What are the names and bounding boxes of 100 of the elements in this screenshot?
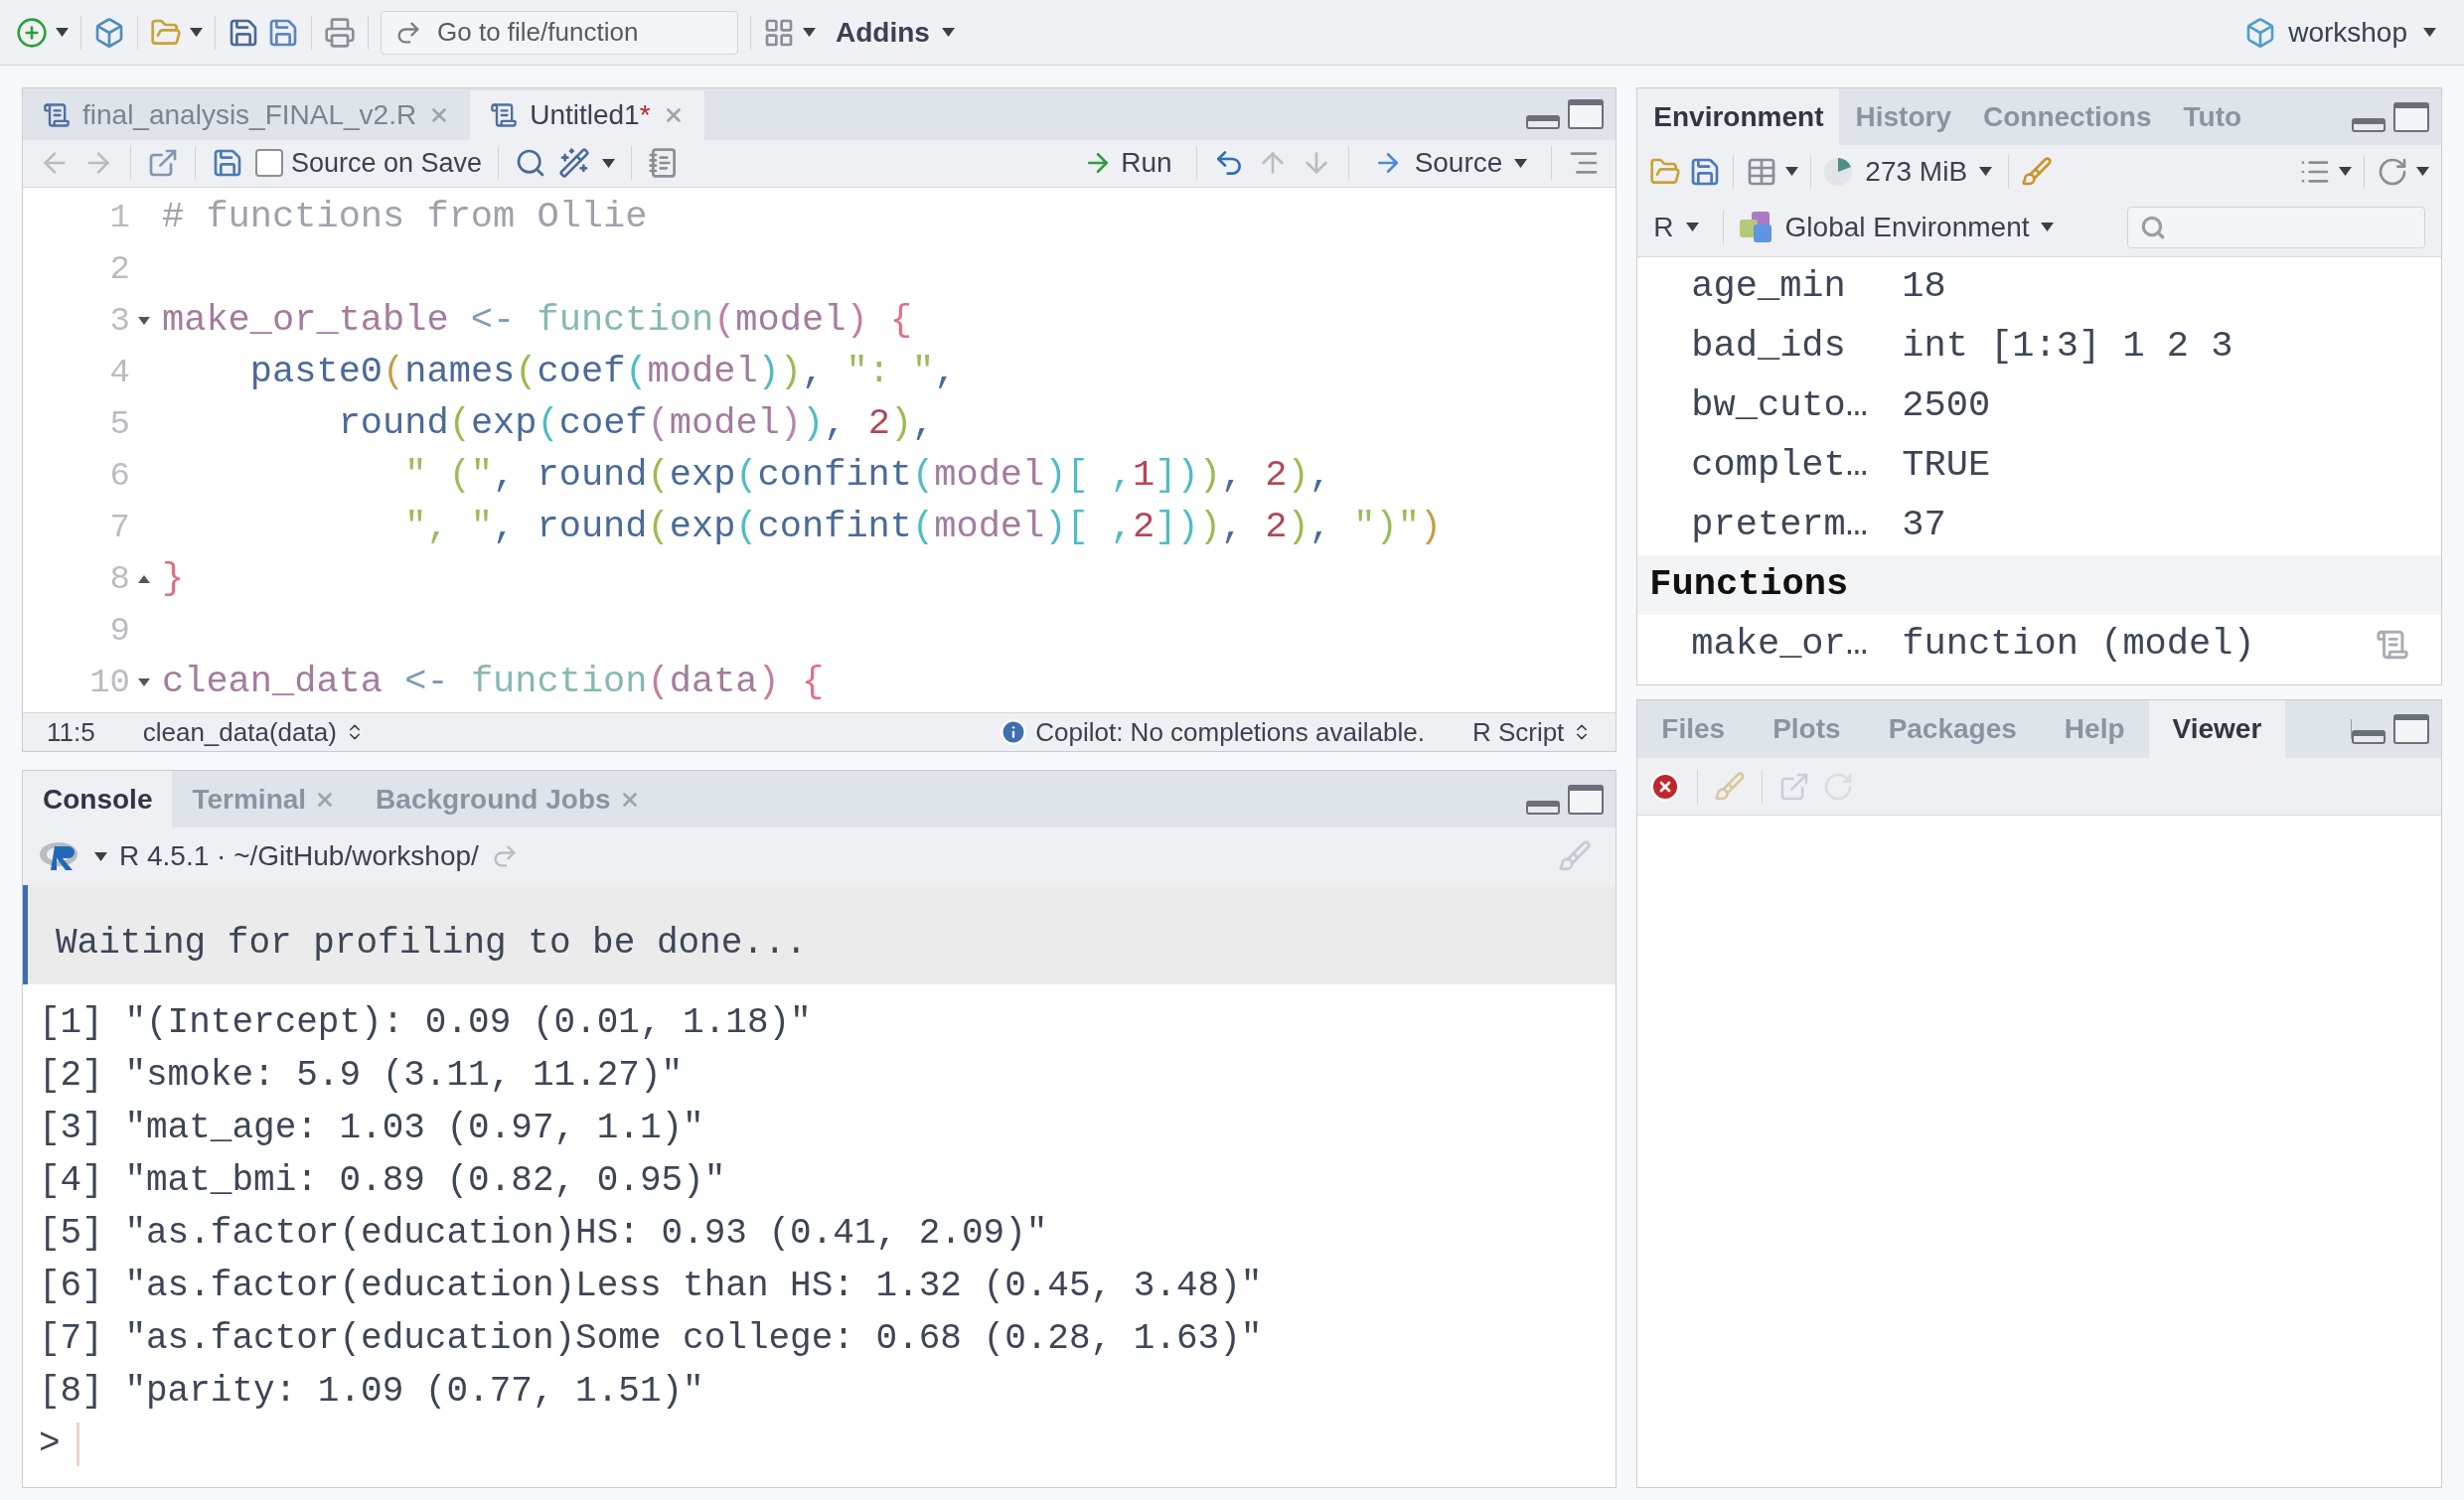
fold-arrow-icon[interactable] (138, 317, 150, 325)
console-output-line: [3] "mat_age: 1.03 (0.97, 1.1)" (39, 1106, 705, 1150)
console-output-line: [7] "as.factor(education)Some college: 0.68 (0.28, 1.63)" (39, 1316, 1264, 1361)
console-output-line: [1] "(Intercept): 0.09 (0.01, 1.18)" (39, 1000, 813, 1045)
section-heading: Functions (1649, 562, 1849, 608)
code-line: round(exp(coef(model)), 2), (337, 401, 935, 447)
copilot-status: Copilot: No completions available. (1035, 715, 1425, 749)
cursor-position: 11:5 (47, 715, 95, 749)
line-number: 4 (109, 352, 130, 393)
fold-arrow-icon[interactable] (138, 575, 150, 583)
caret-icon[interactable] (803, 28, 816, 37)
caret-icon[interactable] (2339, 167, 2352, 176)
file-type-menu[interactable]: R Script (1471, 712, 1593, 752)
editor-tab[interactable]: Untitled1* (470, 89, 704, 140)
search-icon (2140, 214, 2166, 240)
code-line: clean_data <- function(data) { (162, 660, 825, 705)
code-line: make_or_table <- function(model) { (162, 298, 912, 344)
variable-name: make_or… (1691, 622, 1869, 668)
line-number: 10 (89, 662, 130, 703)
source-button[interactable]: Source (1364, 142, 1536, 185)
code-line: " (", round(exp(confint(model)[ ,1])), 2), (403, 453, 1331, 499)
console-output-line: [6] "as.factor(education)Less than HS: 1.32 (0.45, 3.48)" (39, 1264, 1264, 1308)
run-button[interactable]: Run (1075, 142, 1180, 185)
maximize-pane-icon[interactable] (1568, 784, 1605, 815)
view-function-icon[interactable] (2376, 628, 2409, 662)
console-tab[interactable]: Console (23, 771, 173, 827)
maximize-pane-icon[interactable] (1568, 98, 1605, 129)
caret-icon[interactable] (602, 158, 616, 168)
console-output-line: [4] "mat_bmi: 0.89 (0.82, 0.95)" (39, 1158, 727, 1203)
minimize-pane-icon[interactable] (2352, 117, 2386, 132)
caret-icon[interactable] (190, 28, 203, 37)
console-output-line: [2] "smoke: 5.9 (3.11, 11.27)" (39, 1053, 685, 1098)
project-menu[interactable]: workshop (2288, 11, 2436, 54)
minimize-pane-icon[interactable] (1526, 800, 1561, 815)
addins-menu[interactable]: Addins (824, 11, 967, 54)
variable-value: function (model) (1902, 622, 2255, 668)
variable-value: 37 (1902, 503, 1946, 548)
fold-arrow-icon[interactable] (138, 678, 150, 686)
environment-tab[interactable]: Environment (1637, 88, 1840, 145)
line-number: 9 (109, 610, 130, 652)
tab-title: final_analysis_FINAL_v2.R (82, 97, 417, 132)
variable-name: bad_ids (1691, 324, 1847, 370)
caret-icon[interactable] (1685, 223, 1699, 231)
console-message: Waiting for profiling to be done... (56, 923, 808, 964)
print-icon[interactable] (324, 16, 356, 49)
variable-value: 18 (1902, 264, 1946, 310)
caret-icon[interactable] (1979, 167, 1993, 176)
maximize-pane-icon[interactable] (2393, 101, 2429, 132)
memory-pie-icon (1823, 156, 1854, 187)
console-prompt: > (39, 1422, 61, 1466)
variable-name: age_min (1691, 264, 1847, 310)
line-number: 3 (109, 300, 130, 342)
variable-value: 2500 (1902, 383, 1991, 429)
viewer-pane-tab[interactable]: Viewer (2148, 700, 2286, 758)
caret-icon[interactable] (2416, 167, 2429, 176)
broom-icon[interactable] (2021, 155, 2054, 188)
variable-name: bw_cuto… (1691, 383, 1869, 429)
clear-viewer-icon[interactable] (1649, 770, 1682, 803)
code-line: # functions from Ollie (162, 195, 648, 240)
line-number: 5 (109, 403, 130, 445)
file-search-field[interactable]: Go to file/function (381, 10, 738, 55)
code-line: paste0(names(coef(model)), ": ", (248, 350, 957, 395)
console-output-line: [5] "as.factor(education)HS: 0.93 (0.41, 2.09)" (39, 1211, 1049, 1256)
variable-value: TRUE (1902, 443, 1991, 489)
caret-icon[interactable] (56, 28, 69, 37)
language-menu[interactable]: R (1653, 206, 1707, 248)
code-line: ", ", round(exp(confint(model)[ ,2])), 2), ")") (403, 505, 1443, 550)
environment-search-field[interactable] (2127, 206, 2425, 248)
magic-wand-icon[interactable] (558, 147, 591, 180)
caret-icon[interactable] (941, 28, 955, 37)
source-on-save-checkbox[interactable]: Source on Save (255, 143, 483, 184)
r-file-icon (490, 100, 519, 129)
new-project-icon[interactable] (93, 16, 125, 49)
environment-icon (1739, 211, 1773, 243)
caret-icon[interactable] (94, 851, 107, 861)
memory-usage-menu[interactable]: 273 MiB (1861, 150, 1997, 193)
caret-icon[interactable] (1514, 158, 1528, 168)
console-output-line: [8] "parity: 1.09 (0.77, 1.51)" (39, 1369, 705, 1414)
text-cursor (76, 1422, 79, 1466)
minimize-pane-icon[interactable] (1526, 114, 1561, 129)
caret-icon[interactable] (1785, 167, 1799, 176)
variable-name: complet… (1691, 443, 1869, 489)
variable-name: preterm… (1691, 503, 1869, 548)
scope-menu[interactable]: clean_data(data) (142, 712, 365, 752)
session-path: R 4.5.1 · ~/GitHub/workshop/ (119, 839, 479, 873)
new-file-icon[interactable] (16, 16, 48, 49)
line-number: 1 (109, 197, 130, 238)
tab-title: Untitled1* (530, 97, 651, 132)
minimize-pane-icon[interactable] (2352, 730, 2386, 744)
maximize-pane-icon[interactable] (2393, 714, 2429, 744)
r-file-icon (43, 100, 71, 129)
code-line: } (162, 556, 185, 602)
line-number: 2 (109, 248, 130, 290)
caret-icon[interactable] (2423, 28, 2436, 37)
environment-scope-menu[interactable]: Global Environment (1784, 206, 2055, 248)
line-number: 7 (109, 507, 130, 548)
variable-value: int [1:3] 1 2 3 (1902, 324, 2233, 370)
info-icon (1000, 718, 1028, 746)
line-number: 8 (109, 558, 130, 600)
caret-icon[interactable] (2041, 223, 2055, 231)
